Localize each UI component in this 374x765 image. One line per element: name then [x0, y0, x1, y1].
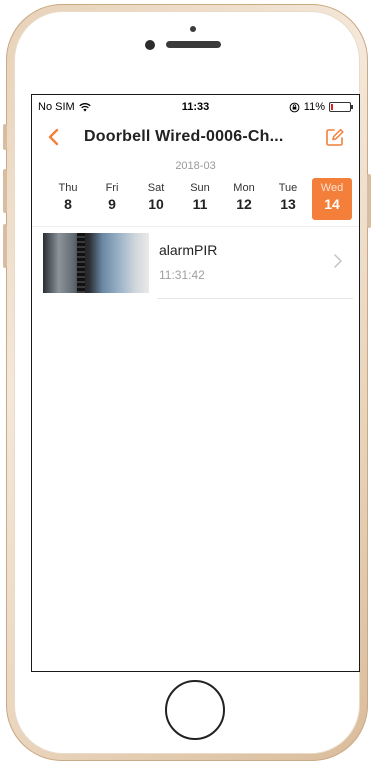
day-sat-10[interactable]: Sat 10 — [134, 178, 178, 220]
day-name: Fri — [105, 182, 119, 194]
status-right: 11% — [289, 101, 353, 113]
day-thu-8[interactable]: Thu 8 — [46, 178, 90, 220]
event-list: alarmPIR 11:31:42 — [32, 227, 359, 299]
silent-switch — [3, 124, 7, 150]
power-button — [367, 174, 371, 228]
day-sun-11[interactable]: Sun 11 — [178, 178, 222, 220]
battery-level-fill — [331, 104, 333, 110]
volume-down-button — [3, 224, 7, 268]
day-number: 8 — [64, 196, 72, 212]
front-camera — [145, 40, 155, 50]
month-label: 2018-03 — [175, 160, 216, 172]
row-divider — [157, 298, 353, 299]
earpiece-speaker — [166, 41, 221, 48]
event-row[interactable]: alarmPIR 11:31:42 — [32, 227, 359, 299]
day-number: 12 — [236, 196, 252, 212]
chevron-left-icon[interactable] — [44, 127, 64, 147]
day-name: Sun — [190, 182, 210, 194]
day-number: 9 — [108, 196, 116, 212]
day-name: Mon — [233, 182, 255, 194]
day-tue-13[interactable]: Tue 13 — [266, 178, 310, 220]
day-name: Tue — [278, 182, 298, 194]
event-title: alarmPIR — [159, 242, 218, 258]
event-time: 11:31:42 — [159, 268, 205, 282]
day-number: 14 — [324, 196, 340, 212]
thumbnail-detail — [77, 233, 85, 293]
day-name: Thu — [58, 182, 78, 194]
status-bar: No SIM 11:33 11% — [32, 95, 359, 119]
volume-up-button — [3, 169, 7, 213]
proximity-sensor — [190, 26, 196, 32]
event-thumbnail[interactable] — [43, 233, 149, 293]
day-mon-12[interactable]: Mon 12 — [222, 178, 266, 220]
date-selector: Thu 8 Fri 9 Sat 10 Sun 11 Mon 12 Tue 13 Wed 14 — [32, 178, 359, 222]
day-number: 10 — [148, 196, 164, 212]
app-screen: No SIM 11:33 11% Doorbell Wired-0006-Ch.… — [31, 94, 360, 672]
battery-percent: 11% — [303, 101, 325, 113]
day-fri-9[interactable]: Fri 9 — [90, 178, 134, 220]
day-wed-14[interactable]: Wed 14 — [312, 178, 352, 220]
navigation-bar: Doorbell Wired-0006-Ch... — [32, 119, 359, 157]
page-title: Doorbell Wired-0006-Ch... — [84, 128, 284, 145]
day-number: 13 — [280, 196, 296, 212]
edit-icon[interactable] — [325, 127, 345, 147]
rotation-lock-icon — [289, 102, 300, 112]
day-name: Sat — [147, 182, 165, 194]
day-number: 11 — [192, 196, 208, 212]
home-button[interactable] — [165, 680, 225, 740]
day-name: Wed — [320, 182, 344, 194]
battery-icon — [329, 102, 353, 112]
chevron-right-icon — [334, 254, 342, 268]
